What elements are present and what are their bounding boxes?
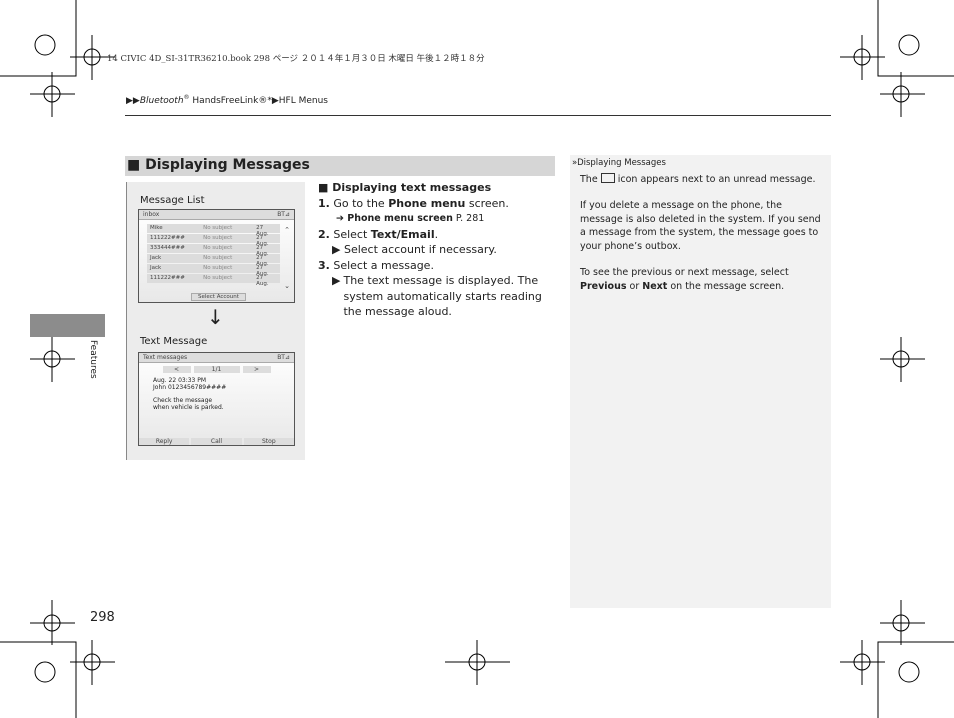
message-date: 27 Aug. xyxy=(256,235,269,247)
note-text: on the message screen. xyxy=(667,280,785,292)
message-date: 27 Aug. xyxy=(256,255,269,267)
message-date: 27 Aug. xyxy=(256,245,269,257)
note-text: If you delete a message on the phone, th… xyxy=(580,200,821,252)
message-date: Aug. 22 03:33 PM xyxy=(153,377,207,384)
breadcrumb-arrow-icon: ▶▶ xyxy=(126,96,140,106)
chapter-label: Features xyxy=(88,340,98,379)
message-subject: No subject xyxy=(203,235,233,241)
down-arrow-icon: ↓ xyxy=(207,305,224,329)
message-list-screen: inbox BT⊿ Mike No subject 27 Aug. 111222### N… xyxy=(138,209,295,303)
note-title: Displaying Messages xyxy=(577,158,666,168)
step-number: 2. xyxy=(318,227,330,241)
bluetooth-status-icon: BT⊿ xyxy=(277,354,290,361)
step-note: The text message is displayed. The syste… xyxy=(343,274,542,318)
step-note: Select account if necessary. xyxy=(343,243,497,256)
message-list-item[interactable]: Jack No subject 27 Aug. xyxy=(147,264,280,277)
message-subject: No subject xyxy=(203,225,233,231)
previous-button[interactable]: < xyxy=(162,366,191,373)
message-name: Mike xyxy=(150,225,163,231)
select-account-button[interactable]: Select Account xyxy=(191,293,246,301)
message-date: 27 Aug. xyxy=(256,225,269,237)
note-text: To see the previous or next message, sel… xyxy=(580,267,789,278)
page-indicator: 1/1 xyxy=(193,366,240,373)
breadcrumb-item: HandsFreeLink®* xyxy=(189,96,272,106)
breadcrumb-arrow-icon: ▶ xyxy=(271,96,279,106)
call-button[interactable]: Call xyxy=(191,438,242,445)
envelope-icon xyxy=(600,172,615,183)
subsection-title: Displaying text messages xyxy=(332,181,492,194)
side-note: »Displaying Messages The icon appears ne… xyxy=(570,155,831,608)
breadcrumb-item: Bluetooth xyxy=(139,96,184,106)
message-name: Jack xyxy=(150,255,162,261)
message-date: 27 Aug. xyxy=(256,275,269,287)
message-subject: No subject xyxy=(203,255,233,261)
message-list-item[interactable]: 333444### No subject 27 Aug. xyxy=(147,244,280,257)
message-sender: John 0123456789#### xyxy=(153,384,227,391)
message-list-item[interactable]: Mike No subject 27 Aug. xyxy=(147,224,280,237)
section-title: Displaying Messages xyxy=(145,157,310,173)
step-number: 1. xyxy=(318,196,330,210)
breadcrumb: ▶▶Bluetooth® HandsFreeLink®*▶HFL Menus xyxy=(126,94,328,106)
message-subject: No subject xyxy=(203,265,233,271)
message-name: 111222### xyxy=(150,235,185,241)
scroll-up-icon[interactable]: ⌃ xyxy=(284,226,290,234)
note-text: The xyxy=(580,173,601,185)
step-text: Select xyxy=(333,227,371,241)
section-heading: ■ Displaying Messages xyxy=(125,156,555,176)
message-subject: No subject xyxy=(203,245,233,251)
reference-title: Phone menu screen xyxy=(347,213,453,224)
step-number: 3. xyxy=(318,258,330,272)
message-subject: No subject xyxy=(203,275,233,281)
message-name: Jack xyxy=(150,265,162,271)
screen-title: Text messages xyxy=(143,354,188,361)
reference-page: P. 281 xyxy=(452,213,485,224)
chapter-tab xyxy=(30,314,105,337)
note-text: Next xyxy=(642,280,668,292)
square-bullet-icon: ■ xyxy=(318,181,333,194)
step-text: Phone menu xyxy=(388,196,466,210)
message-body: when vehicle is parked. xyxy=(153,404,224,411)
page-number: 298 xyxy=(90,610,115,625)
message-date: 27 Aug. xyxy=(256,265,269,277)
message-list-item[interactable]: 111222### No subject 27 Aug. xyxy=(147,234,280,247)
instructions: ■ Displaying text messages 1. Go to the … xyxy=(318,180,558,320)
triangle-bullet-icon: ▶ xyxy=(332,274,341,287)
message-list-item[interactable]: 111222### No subject 27 Aug. xyxy=(147,274,280,287)
header-divider xyxy=(125,115,831,116)
message-list-item[interactable]: Jack No subject 27 Aug. xyxy=(147,254,280,267)
step-text: Text/Email xyxy=(370,227,435,241)
text-message-screen: Text messages BT⊿ < 1/1 > Aug. 22 03:33 P… xyxy=(138,352,295,446)
step-text: Go to the xyxy=(333,196,389,210)
reference-arrow-icon: ➔ xyxy=(336,213,348,224)
screen-figure: Message List inbox BT⊿ Mike No subject 27 A… xyxy=(126,182,305,460)
square-bullet-icon: ■ xyxy=(127,157,141,173)
cross-reference-link[interactable]: ➔ Phone menu screen P. 281 xyxy=(318,211,558,227)
reply-button[interactable]: Reply xyxy=(139,438,190,445)
next-button[interactable]: > xyxy=(242,366,271,373)
print-info-line: 14 CIVIC 4D_SI-31TR36210.book 298 ページ ２０… xyxy=(107,54,485,64)
figure-caption: Text Message xyxy=(140,336,208,347)
note-text: Previous xyxy=(580,280,627,292)
note-text: icon appears next to an unread message. xyxy=(614,173,816,185)
bluetooth-status-icon: BT⊿ xyxy=(277,211,290,218)
step-text: . xyxy=(434,227,439,241)
figure-caption: Message List xyxy=(140,195,205,206)
scroll-down-icon[interactable]: ⌄ xyxy=(284,282,290,290)
breadcrumb-item: HFL Menus xyxy=(278,96,328,106)
message-name: 111222### xyxy=(150,275,185,281)
message-body: Check the message xyxy=(153,397,213,404)
stop-button[interactable]: Stop xyxy=(243,438,294,445)
note-text: or xyxy=(626,280,643,292)
triangle-bullet-icon: ▶ xyxy=(332,243,344,256)
step-text: Select a message. xyxy=(333,258,434,272)
message-name: 333444### xyxy=(150,245,185,251)
screen-title: inbox xyxy=(143,211,160,218)
step-text: screen. xyxy=(465,196,509,210)
